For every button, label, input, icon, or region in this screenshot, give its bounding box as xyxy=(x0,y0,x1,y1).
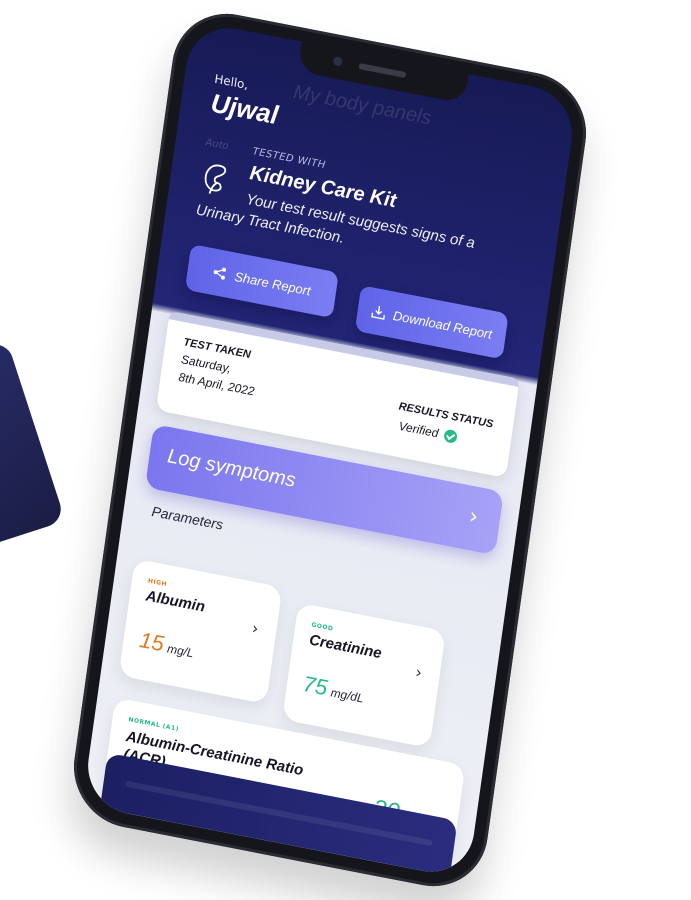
share-report-button[interactable]: Share Report xyxy=(184,243,339,319)
share-report-label: Share Report xyxy=(233,268,312,299)
param-value-unit: mg/L xyxy=(166,641,195,661)
check-circle-icon xyxy=(443,428,458,444)
app-screen: My body panels Hello, Ujwal Auto TESTED … xyxy=(82,20,578,880)
chevron-right-icon: › xyxy=(414,662,424,683)
download-icon xyxy=(370,305,385,320)
results-status-text: Verified xyxy=(397,418,440,441)
speaker-grille xyxy=(358,62,407,79)
param-card-albumin[interactable]: HIGH Albumin › 15mg/L xyxy=(118,558,283,705)
download-report-label: Download Report xyxy=(392,307,493,342)
param-value-number: 75 xyxy=(301,670,330,701)
status-badge: HIGH xyxy=(147,577,168,589)
parameters-heading: Parameters xyxy=(150,503,225,533)
download-report-button[interactable]: Download Report xyxy=(354,285,509,360)
param-value-unit: mg/dL xyxy=(329,685,365,706)
param-value-number: 15 xyxy=(138,627,166,657)
chevron-right-icon: › xyxy=(467,503,480,531)
share-icon xyxy=(213,267,227,280)
param-name: Creatinine xyxy=(308,631,383,663)
param-value: 75mg/dL xyxy=(301,671,365,709)
param-card-creatinine[interactable]: GOOD Creatinine › 75mg/dL xyxy=(282,602,446,749)
log-symptoms-label: Log symptoms xyxy=(166,445,297,492)
phone-mockup: My body panels Hello, Ujwal Auto TESTED … xyxy=(66,3,594,897)
ghost-label: Auto xyxy=(204,137,230,153)
background-card xyxy=(0,339,66,571)
chevron-right-icon: › xyxy=(250,618,260,639)
param-value: 15mg/L xyxy=(138,627,196,663)
status-badge: GOOD xyxy=(310,621,334,633)
param-name: Albumin xyxy=(144,587,207,616)
test-date: 8th April, 2022 xyxy=(177,369,256,399)
camera-icon xyxy=(332,56,343,67)
results-status-value: Verified xyxy=(398,419,458,444)
user-name: Ujwal xyxy=(209,87,281,131)
promo-canvas: My body panels Hello, Ujwal Auto TESTED … xyxy=(0,0,691,900)
